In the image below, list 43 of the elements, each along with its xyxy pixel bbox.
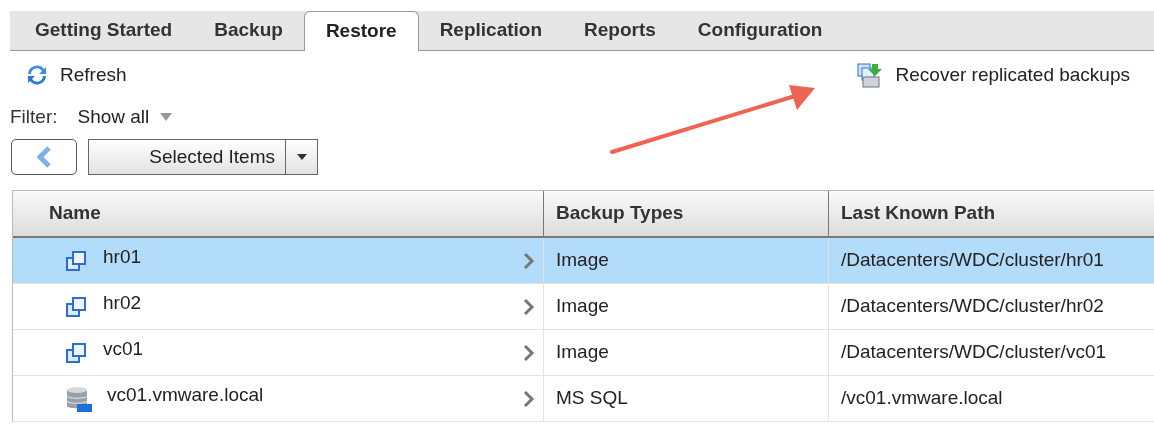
table-cell-text: /vc01.vmware.local <box>841 386 1003 411</box>
tab[interactable]: Restore <box>303 11 419 51</box>
tab[interactable]: Backup <box>193 10 304 50</box>
caret-icon <box>159 112 174 122</box>
tab[interactable]: Configuration <box>676 10 844 50</box>
chevron-right-icon[interactable] <box>523 389 535 408</box>
table-cell-text: /Datacenters/WDC/cluster/hr02 <box>841 294 1104 319</box>
tab[interactable]: Replication <box>418 10 564 50</box>
table-cell-text: Image <box>556 248 609 273</box>
table-cell-text: hr02 <box>103 291 143 316</box>
virtual-machine-icon <box>65 248 89 273</box>
chevron-right-icon[interactable] <box>523 251 535 270</box>
back-button[interactable] <box>11 139 77 175</box>
table-row[interactable]: vc01 Image /Datacenters/WDC/cluster/vc01 <box>13 330 1154 376</box>
table-cell-text: vc01 <box>103 337 145 362</box>
table-cell-text: vc01.vmware.local <box>107 383 265 408</box>
column-header[interactable]: Backup Types <box>544 191 829 236</box>
table-cell-text: Image <box>556 294 609 319</box>
filter-dropdown[interactable]: Show all <box>77 102 174 132</box>
filter-label: Filter: <box>10 104 58 129</box>
table-row[interactable]: hr02 Image /Datacenters/WDC/cluster/hr02 <box>13 284 1154 330</box>
table-cell-text: Image <box>556 340 609 365</box>
virtual-machine-icon <box>65 294 89 319</box>
column-header[interactable]: Name <box>13 191 544 236</box>
table-cell-text: /Datacenters/WDC/cluster/hr01 <box>841 248 1104 273</box>
database-icon <box>65 384 93 413</box>
table-row[interactable]: vc01.vmware.local MS SQL /vc01.vmware.local <box>13 376 1154 422</box>
chevron-left-icon <box>37 146 51 168</box>
selected-items-split-button[interactable]: Selected Items <box>88 139 318 175</box>
virtual-machine-icon <box>65 340 89 365</box>
chevron-right-icon[interactable] <box>523 297 535 316</box>
recover-button[interactable]: Recover replicated backups <box>855 60 1130 90</box>
recover-icon <box>855 61 884 89</box>
table-cell-text: hr01 <box>103 245 143 270</box>
caret-icon <box>295 153 308 161</box>
tab[interactable]: Reports <box>563 10 677 50</box>
column-header[interactable]: Last Known Path <box>829 191 1143 236</box>
table-cell-text: /Datacenters/WDC/cluster/vc01 <box>841 340 1107 365</box>
chevron-right-icon[interactable] <box>523 343 535 362</box>
table-row[interactable]: hr01 Image /Datacenters/WDC/cluster/hr01 <box>13 238 1154 284</box>
table-cell-text: MS SQL <box>556 386 628 411</box>
tab[interactable]: Getting Started <box>14 10 194 50</box>
refresh-button[interactable]: Refresh <box>24 60 127 90</box>
